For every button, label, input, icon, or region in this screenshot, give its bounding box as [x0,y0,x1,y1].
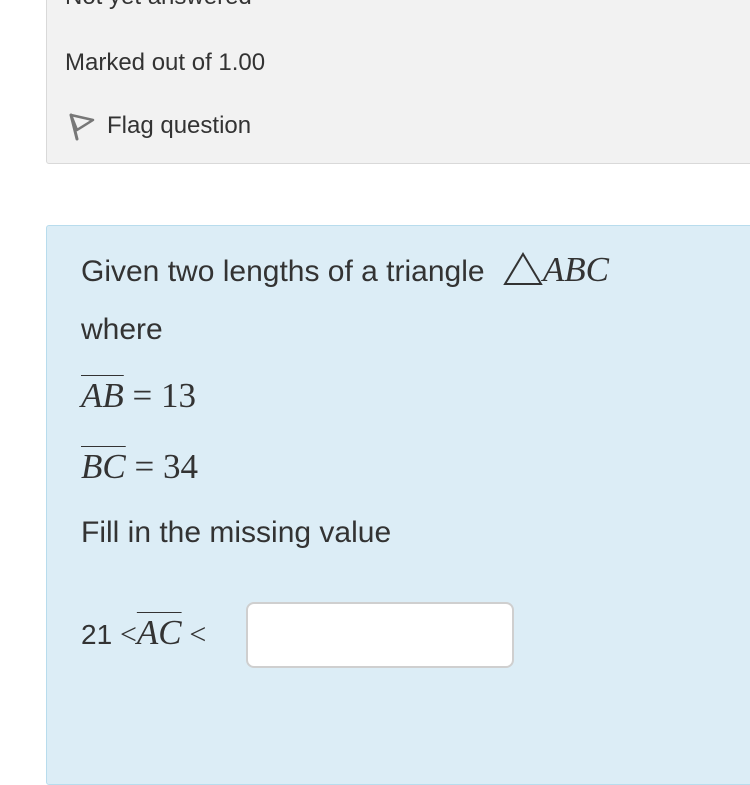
triangle-symbol [503,252,543,294]
flag-icon [67,111,95,141]
less-than-sign: < [189,618,207,651]
where-text: where [81,313,163,346]
value-bc: 34 [162,447,198,486]
segment-ab: AB [81,376,124,415]
question-text-panel: Given two lengths of a triangle ABC wher… [46,225,750,785]
question-info-panel: Not yet answered Marked out of 1.00 Flag… [46,0,750,164]
flag-question-link[interactable]: Flag question [67,111,251,141]
given-bc: BC = 34 [81,447,198,487]
flag-question-label: Flag question [107,112,252,139]
triangle-name: ABC [542,250,610,289]
answer-line: 21 <AC < [81,613,206,653]
question-state: Not yet answered [65,0,252,11]
given-ab: AB = 13 [81,376,196,416]
question-grade: Marked out of 1.00 [65,49,266,76]
segment-bc: BC [81,447,126,486]
value-ab: 13 [161,376,197,415]
lower-bound: 21 [81,619,113,650]
segment-ac: AC [136,613,182,652]
equals-sign: = [132,376,153,415]
question-intro-text: Given two lengths of a triangle [81,255,485,288]
instruction-text: Fill in the missing value [81,516,392,549]
equals-sign: = [134,447,155,486]
less-than-sign: < [119,618,137,651]
answer-input[interactable] [246,602,514,668]
question-intro-line: Given two lengths of a triangle ABC [81,250,609,294]
